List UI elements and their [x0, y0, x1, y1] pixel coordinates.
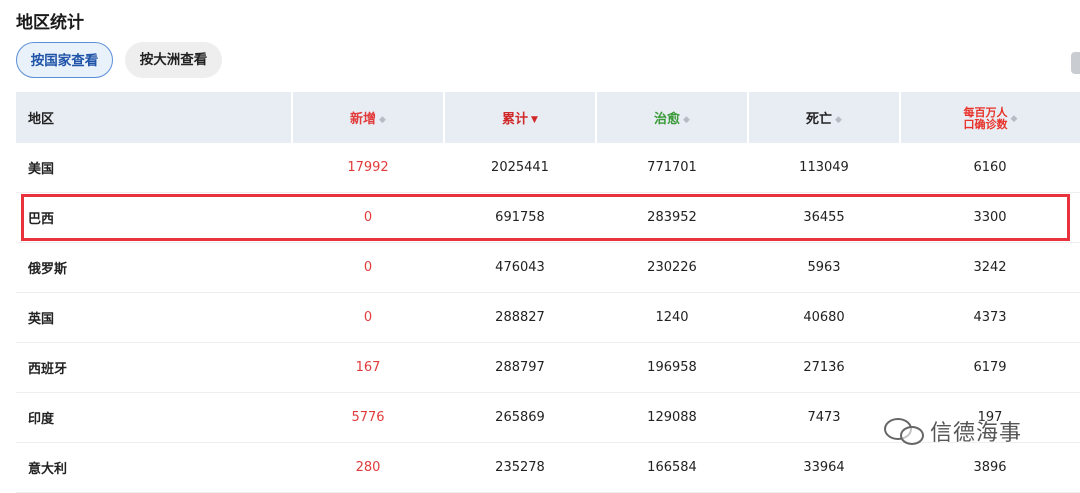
cell-region: 俄罗斯 — [16, 242, 292, 293]
watermark-text: 信德海事 — [930, 421, 1023, 446]
cell-deaths: 40680 — [748, 292, 900, 343]
cell-new: 17992 — [292, 143, 444, 193]
cell-rate: 4373 — [900, 292, 1080, 343]
cell-region: 美国 — [16, 143, 292, 193]
cell-total: 2025441 — [444, 143, 596, 193]
cell-rate: 3300 — [900, 192, 1080, 243]
cell-deaths: 7473 — [748, 392, 900, 443]
cell-recovered: 771701 — [596, 143, 748, 193]
column-header-total[interactable]: 累计 ▼ — [444, 92, 597, 143]
sort-toggle-icon[interactable]: ◆ — [1011, 114, 1018, 124]
table-row[interactable]: 巴西 0 691758 283952 36455 3300 — [16, 192, 1080, 243]
column-header-recovered[interactable]: 治愈 ◆ — [596, 92, 749, 143]
cell-recovered: 129088 — [596, 392, 748, 443]
page-title: 地区统计 — [16, 13, 84, 33]
cell-region: 印度 — [16, 392, 292, 443]
column-header-deaths[interactable]: 死亡 ◆ — [748, 92, 901, 143]
cell-recovered: 196958 — [596, 342, 748, 393]
column-header-total-label: 累计 — [502, 112, 529, 127]
cell-region: 巴西 — [16, 192, 292, 243]
tab-by-continent[interactable]: 按大洲查看 — [125, 42, 222, 78]
column-header-rate[interactable]: 每百万人 口确诊数 ◆ — [900, 92, 1080, 143]
cell-total: 265869 — [444, 392, 596, 443]
cell-deaths: 113049 — [748, 143, 900, 193]
cell-total: 476043 — [444, 242, 596, 293]
tab-by-country[interactable]: 按国家查看 — [16, 42, 113, 78]
column-header-recovered-label: 治愈 — [654, 112, 681, 127]
cell-region: 西班牙 — [16, 342, 292, 393]
cell-rate: 3896 — [900, 442, 1080, 493]
sort-toggle-icon[interactable]: ◆ — [379, 115, 386, 125]
cell-new: 0 — [292, 292, 444, 343]
sort-toggle-icon[interactable]: ◆ — [835, 115, 842, 125]
table-row[interactable]: 英国 0 288827 1240 40680 4373 — [16, 292, 1080, 343]
cell-total: 235278 — [444, 442, 596, 493]
cell-new: 0 — [292, 242, 444, 293]
cell-region: 英国 — [16, 292, 292, 343]
column-header-deaths-label: 死亡 — [806, 112, 833, 127]
table-row[interactable]: 意大利 280 235278 166584 33964 3896 — [16, 442, 1080, 493]
cell-new: 5776 — [292, 392, 444, 443]
cell-new: 167 — [292, 342, 444, 393]
cell-rate: 6160 — [900, 143, 1080, 193]
cell-recovered: 283952 — [596, 192, 748, 243]
cell-deaths: 36455 — [748, 192, 900, 243]
side-toggle-icon[interactable] — [1071, 52, 1080, 74]
column-header-region-label: 地区 — [28, 112, 55, 127]
watermark: 信德海事 — [880, 413, 1022, 449]
cell-total: 691758 — [444, 192, 596, 243]
cell-deaths: 5963 — [748, 242, 900, 293]
cell-deaths: 27136 — [748, 342, 900, 393]
column-header-new[interactable]: 新增 ◆ — [292, 92, 445, 143]
cell-recovered: 1240 — [596, 292, 748, 343]
cell-region: 意大利 — [16, 442, 292, 493]
cell-rate: 3242 — [900, 242, 1080, 293]
cell-recovered: 166584 — [596, 442, 748, 493]
sort-toggle-icon[interactable]: ◆ — [683, 115, 690, 125]
table-row[interactable]: 俄罗斯 0 476043 230226 5963 3242 — [16, 242, 1080, 293]
table-row[interactable]: 西班牙 167 288797 196958 27136 6179 — [16, 342, 1080, 393]
cell-total: 288827 — [444, 292, 596, 343]
cell-total: 288797 — [444, 342, 596, 393]
table-row[interactable]: 美国 17992 2025441 771701 113049 6160 — [16, 143, 1080, 193]
cell-recovered: 230226 — [596, 242, 748, 293]
column-header-new-label: 新增 — [350, 112, 377, 127]
cell-new: 0 — [292, 192, 444, 243]
cell-rate: 6179 — [900, 342, 1080, 393]
cell-deaths: 33964 — [748, 442, 900, 493]
wechat-icon — [880, 416, 924, 446]
table-header-row: 地区 新增 ◆ 累计 ▼ 治愈 ◆ 死亡 ◆ 每百万人 口确诊数 ◆ — [16, 92, 1080, 143]
cell-new: 280 — [292, 442, 444, 493]
column-header-rate-label: 每百万人 口确诊数 — [963, 105, 1008, 131]
sort-desc-icon[interactable]: ▼ — [531, 115, 538, 125]
column-header-region: 地区 — [16, 92, 293, 143]
